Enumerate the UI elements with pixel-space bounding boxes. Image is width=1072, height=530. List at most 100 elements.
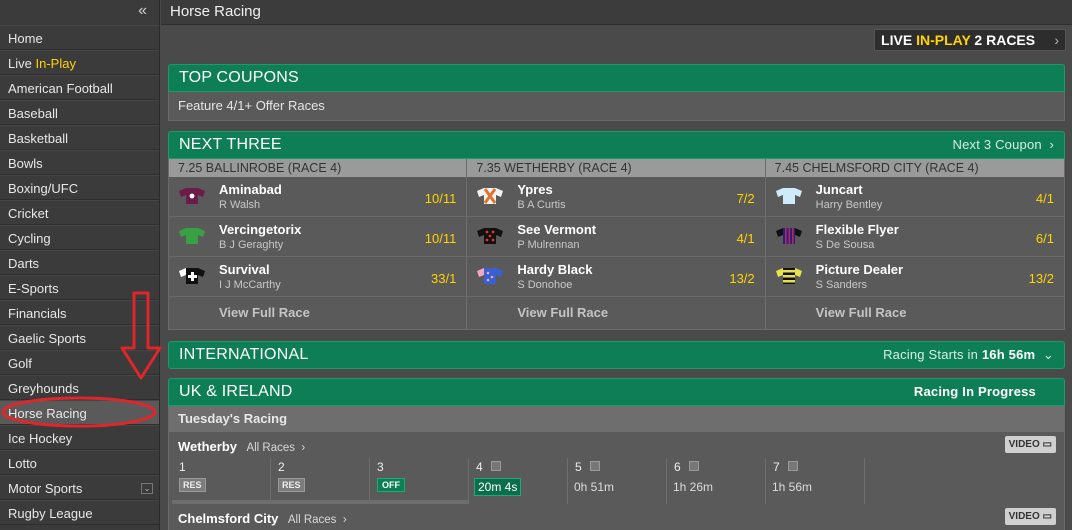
sidebar-item-american-football[interactable]: American Football [0, 75, 159, 100]
uk-ireland-body: Tuesday's Racing Wetherby All Races › VI… [168, 406, 1065, 530]
sidebar-item-motor-sports[interactable]: Motor Sports ⌄ [0, 475, 159, 500]
runner-name[interactable]: Ypres [517, 182, 552, 197]
runner-row: Juncart Harry Bentley 4/1 [765, 177, 1064, 217]
odds-button[interactable]: 33/1 [431, 271, 456, 286]
next-three-title: NEXT THREE [179, 136, 282, 153]
all-races-label: All Races [287, 514, 337, 526]
next-three-panel: NEXT THREE Next 3 Coupon › 7.25 BALLINRO… [168, 131, 1065, 330]
race-column: 7.35 WETHERBY (RACE 4) Ypres B A Curtis … [467, 159, 766, 329]
racing-starts-label: Racing Starts in [883, 347, 979, 362]
jockey-name: P Mulrennan [517, 239, 580, 251]
meeting-name[interactable]: Chelmsford City [178, 511, 278, 526]
odds-button[interactable]: 4/1 [1036, 191, 1054, 206]
view-full-race-link[interactable]: View Full Race [169, 297, 466, 329]
view-full-race-link[interactable]: View Full Race [467, 297, 764, 329]
race-number: 6 [674, 460, 681, 474]
all-races-link[interactable]: All Races › [288, 514, 347, 526]
sidebar-item-baseball[interactable]: Baseball [0, 100, 159, 125]
race-number: 7 [773, 460, 780, 474]
next-3-coupon-link[interactable]: Next 3 Coupon › [953, 132, 1054, 158]
runner-name[interactable]: Hardy Black [517, 262, 592, 277]
video-indicator-icon [788, 461, 798, 471]
race-countdown: 1h 56m [772, 480, 813, 494]
runner-row: Flexible Flyer S De Sousa 6/1 [765, 217, 1064, 257]
view-full-race-link[interactable]: View Full Race [766, 297, 1064, 329]
runner-name[interactable]: Flexible Flyer [816, 222, 899, 237]
result-badge: RES [179, 478, 206, 492]
odds-button[interactable]: 10/11 [425, 231, 457, 246]
sidebar-item-label: Motor Sports [8, 481, 83, 496]
next-three-races: 7.25 BALLINROBE (RACE 4) Aminabad R Wals… [168, 159, 1065, 330]
racing-starts-info: Racing Starts in 16h 56m ⌄ [883, 342, 1054, 368]
coupon-link[interactable]: Feature 4/1+ Offer Races [169, 92, 1064, 120]
odds-button[interactable]: 10/11 [425, 191, 457, 206]
race-cell[interactable]: 2 RES [271, 458, 370, 504]
all-races-label: All Races [246, 442, 296, 454]
in-play-accent: In-Play [35, 56, 76, 71]
odds-button[interactable]: 13/2 [1029, 271, 1054, 286]
meeting-name[interactable]: Wetherby [178, 439, 237, 454]
sidebar-item-rugby-league[interactable]: Rugby League [0, 500, 159, 525]
double-chevron-left-icon: « [138, 2, 147, 19]
day-label: Tuesday's Racing [169, 406, 1064, 432]
runner-row: Ypres B A Curtis 7/2 [467, 177, 765, 217]
video-button[interactable]: VIDEO ▭ [1004, 436, 1056, 453]
odds-button[interactable]: 7/2 [737, 191, 755, 206]
race-cell[interactable]: 7 1h 56m [766, 458, 865, 504]
monitor-icon: ▭ [1042, 439, 1052, 450]
sidebar-item-cycling[interactable]: Cycling [0, 225, 159, 250]
result-badge: RES [278, 478, 305, 492]
uk-ireland-header[interactable]: UK & IRELAND Racing In Progress [168, 378, 1065, 406]
race-title[interactable]: 7.45 CHELMSFORD CITY (RACE 4) [765, 159, 1064, 177]
runner-name[interactable]: Vercingetorix [219, 222, 301, 237]
runner-name[interactable]: See Vermont [517, 222, 596, 237]
race-title[interactable]: 7.35 WETHERBY (RACE 4) [467, 159, 765, 177]
sidebar-item-cricket[interactable]: Cricket [0, 200, 159, 225]
runner-row: Picture Dealer S Sanders 13/2 [765, 257, 1064, 297]
race-cell[interactable]: 5 0h 51m [568, 458, 667, 504]
all-races-link[interactable]: All Races › [246, 442, 305, 454]
sidebar-item-lotto[interactable]: Lotto [0, 450, 159, 475]
purple-stripes-silk-icon [775, 228, 802, 244]
runner-row: Hardy Black S Donohoe 13/2 [467, 257, 765, 297]
expand-more-icon[interactable]: ⌄ [141, 483, 153, 494]
race-title[interactable]: 7.25 BALLINROBE (RACE 4) [169, 159, 467, 177]
race-list: 1 RES 2 RES 3 OFF 4 20m 4s 5 0h 51m 6 1h… [169, 458, 1064, 504]
video-indicator-icon [590, 461, 600, 471]
international-header[interactable]: INTERNATIONAL Racing Starts in 16h 56m ⌄ [168, 341, 1065, 369]
runner-name[interactable]: Survival [219, 262, 270, 277]
chevron-down-icon[interactable]: ⌄ [1043, 347, 1054, 362]
race-number: 2 [278, 460, 285, 474]
international-panel[interactable]: INTERNATIONAL Racing Starts in 16h 56m ⌄ [168, 341, 1065, 369]
race-cell[interactable]: 1 RES [172, 458, 271, 504]
race-cell[interactable]: 6 1h 26m [667, 458, 766, 504]
top-coupons-header[interactable]: TOP COUPONS [168, 64, 1065, 92]
odds-button[interactable]: 4/1 [737, 231, 755, 246]
odds-button[interactable]: 13/2 [729, 271, 754, 286]
sidebar-item-darts[interactable]: Darts [0, 250, 159, 275]
sidebar-item-basketball[interactable]: Basketball [0, 125, 159, 150]
green-silk-icon [179, 228, 205, 244]
runner-name[interactable]: Aminabad [219, 182, 282, 197]
runner-name[interactable]: Juncart [816, 182, 863, 197]
uk-ireland-title: UK & IRELAND [179, 383, 293, 400]
monitor-icon: ▭ [1042, 511, 1052, 522]
race-cell[interactable]: 3 OFF [370, 458, 469, 504]
runner-name[interactable]: Picture Dealer [816, 262, 903, 277]
live-in-play-button[interactable]: LIVE IN-PLAY 2 RACES › [874, 29, 1066, 51]
sidebar-item-live-in-play[interactable]: Live In-Play [0, 50, 159, 75]
sidebar-item-home[interactable]: Home [0, 25, 159, 50]
collapse-sidebar-button[interactable]: « [0, 0, 159, 25]
race-cell[interactable]: 4 20m 4s [469, 458, 568, 504]
sidebar-item-bowls[interactable]: Bowls [0, 150, 159, 175]
video-indicator-icon [689, 461, 699, 471]
race-column: 7.45 CHELMSFORD CITY (RACE 4) Juncart Ha… [765, 159, 1064, 329]
page-title: Horse Racing [161, 0, 1072, 25]
video-button[interactable]: VIDEO ▭ [1004, 508, 1056, 525]
chevron-right-icon: › [1049, 137, 1054, 152]
chevron-right-icon: › [342, 514, 347, 526]
jockey-name: Harry Bentley [815, 199, 883, 211]
sidebar-item-boxing-ufc[interactable]: Boxing/UFC [0, 175, 159, 200]
top-coupons-panel: TOP COUPONS Feature 4/1+ Offer Races [168, 64, 1065, 121]
odds-button[interactable]: 6/1 [1036, 231, 1054, 246]
